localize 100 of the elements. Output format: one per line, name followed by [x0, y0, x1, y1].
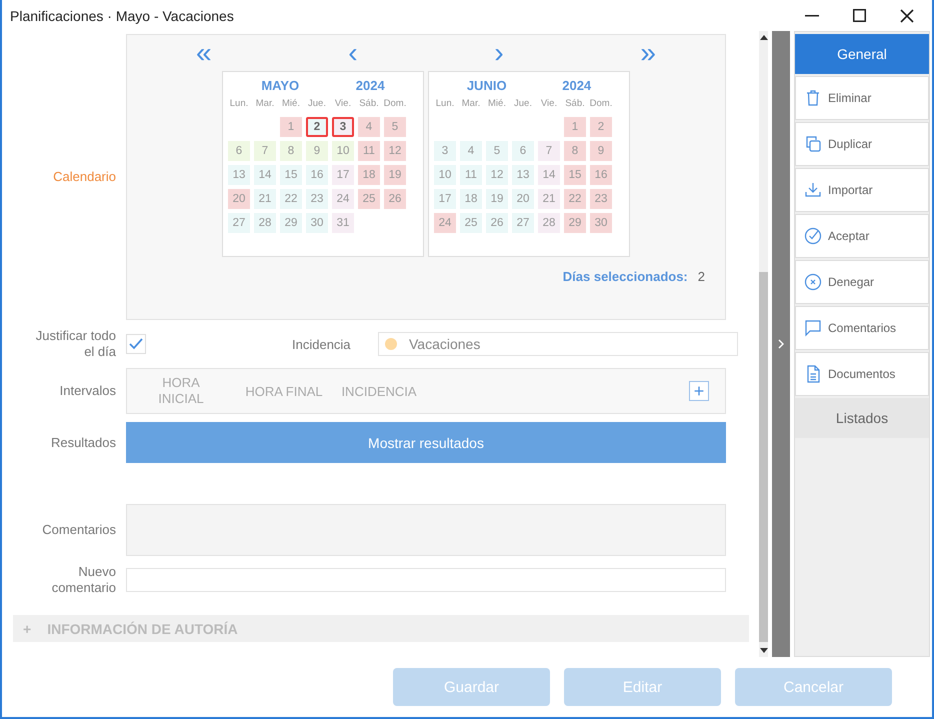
- sidebar-item[interactable]: Importar: [795, 168, 929, 212]
- calendar-day[interactable]: 24: [332, 189, 354, 209]
- calendar-day[interactable]: 6: [512, 141, 534, 161]
- calendar-day[interactable]: 20: [512, 189, 534, 209]
- sidebar-item[interactable]: Aceptar: [795, 214, 929, 258]
- show-results-button[interactable]: Mostrar resultados: [126, 422, 726, 463]
- calendar-day[interactable]: 6: [228, 141, 250, 161]
- maximize-icon[interactable]: [853, 9, 866, 22]
- sidebar-item[interactable]: Eliminar: [795, 76, 929, 120]
- calendar-day[interactable]: 2: [306, 117, 328, 137]
- calendar-day[interactable]: 19: [486, 189, 508, 209]
- sidebar-tab[interactable]: Listados: [795, 398, 929, 438]
- calendar-day[interactable]: 30: [306, 213, 328, 233]
- calendar-day[interactable]: 13: [228, 165, 250, 185]
- calendar-day[interactable]: 22: [564, 189, 586, 209]
- calendar-day[interactable]: 15: [280, 165, 302, 185]
- calendar-day[interactable]: 7: [254, 141, 276, 161]
- calendar-day[interactable]: 11: [358, 141, 380, 161]
- calendar-day[interactable]: 13: [512, 165, 534, 185]
- sidebar-item[interactable]: Duplicar: [795, 122, 929, 166]
- minimize-icon[interactable]: [805, 14, 819, 16]
- sidebar-tab[interactable]: General: [795, 34, 929, 74]
- calendar-day[interactable]: 21: [254, 189, 276, 209]
- calendar-day[interactable]: 14: [254, 165, 276, 185]
- incidence-field[interactable]: Vacaciones: [378, 332, 738, 356]
- input-field[interactable]: [126, 568, 726, 592]
- calendar-day[interactable]: 25: [358, 189, 380, 209]
- nav-arrow[interactable]: «: [196, 37, 212, 69]
- calendar-day[interactable]: 5: [384, 117, 406, 137]
- calendar-day[interactable]: 29: [564, 213, 586, 233]
- sidebar-item[interactable]: Denegar: [795, 260, 929, 304]
- month-name: JUNIO: [466, 78, 507, 93]
- nav-arrow[interactable]: »: [640, 37, 656, 69]
- scroll-down-icon[interactable]: [760, 648, 768, 653]
- calendar-day[interactable]: 18: [358, 165, 380, 185]
- calendar-day[interactable]: 14: [538, 165, 560, 185]
- sidebar-item[interactable]: Documentos: [795, 352, 929, 396]
- calendar-day[interactable]: 7: [538, 141, 560, 161]
- calendar-day[interactable]: 30: [590, 213, 612, 233]
- calendar-day[interactable]: 11: [460, 165, 482, 185]
- calendar-day[interactable]: 10: [332, 141, 354, 161]
- close-icon[interactable]: [900, 8, 914, 22]
- calendar-day[interactable]: 4: [460, 141, 482, 161]
- year-label: 2024: [562, 78, 592, 93]
- calendar-day[interactable]: 3: [434, 141, 456, 161]
- chat-icon: [804, 319, 822, 337]
- calendar-day[interactable]: 9: [306, 141, 328, 161]
- calendar-day[interactable]: 16: [306, 165, 328, 185]
- calendar-day[interactable]: 17: [434, 189, 456, 209]
- weekday-label: Sáb.: [358, 97, 380, 111]
- calendar-day[interactable]: 25: [460, 213, 482, 233]
- calendar-day[interactable]: 1: [564, 117, 586, 137]
- add-button[interactable]: +: [689, 381, 709, 401]
- copy-icon: [804, 135, 822, 153]
- calendar-day[interactable]: 12: [486, 165, 508, 185]
- calendar-day[interactable]: 23: [590, 189, 612, 209]
- calendar-day[interactable]: 22: [280, 189, 302, 209]
- calendar-day[interactable]: 27: [512, 213, 534, 233]
- calendar-day[interactable]: 29: [280, 213, 302, 233]
- checkbox[interactable]: [126, 334, 146, 354]
- calendar-day[interactable]: 1: [280, 117, 302, 137]
- calendar-day[interactable]: 8: [564, 141, 586, 161]
- calendar-day[interactable]: 9: [590, 141, 612, 161]
- year-label: 2024: [356, 78, 385, 93]
- window-title: Planificaciones · Mayo - Vacaciones: [10, 8, 234, 24]
- calendar-day[interactable]: 24: [434, 213, 456, 233]
- calendar-day[interactable]: 4: [358, 117, 380, 137]
- calendar-day[interactable]: 17: [332, 165, 354, 185]
- scrollbar[interactable]: [759, 31, 768, 657]
- collapse-handle[interactable]: [772, 31, 790, 657]
- sidebar-item[interactable]: Comentarios: [795, 306, 929, 350]
- weekday-label: Dom.: [588, 97, 614, 111]
- nav-arrow[interactable]: ›: [494, 37, 504, 69]
- cross-icon: [804, 273, 822, 291]
- calendar-day[interactable]: 28: [254, 213, 276, 233]
- nav-arrow[interactable]: ‹: [348, 37, 358, 69]
- calendar-day[interactable]: 3: [332, 117, 354, 137]
- check-icon: [804, 227, 822, 245]
- column-header: HORA INICIAL: [157, 375, 205, 407]
- calendar-day[interactable]: 21: [538, 189, 560, 209]
- calendar-day[interactable]: 27: [228, 213, 250, 233]
- calendar-day[interactable]: 12: [384, 141, 406, 161]
- weekday-label: Vie.: [334, 97, 352, 111]
- calendar-day[interactable]: 8: [280, 141, 302, 161]
- calendar-day[interactable]: 28: [538, 213, 560, 233]
- calendar-day[interactable]: 19: [384, 165, 406, 185]
- calendar-day[interactable]: 31: [332, 213, 354, 233]
- trash-icon: [804, 89, 822, 107]
- scroll-up-icon[interactable]: [760, 35, 768, 40]
- calendar-day[interactable]: 20: [228, 189, 250, 209]
- calendar-day[interactable]: 10: [434, 165, 456, 185]
- calendar-day[interactable]: 26: [384, 189, 406, 209]
- calendar-day[interactable]: 5: [486, 141, 508, 161]
- calendar-day[interactable]: 16: [590, 165, 612, 185]
- calendar-day[interactable]: 23: [306, 189, 328, 209]
- column-header: INCIDENCIA: [340, 384, 418, 398]
- calendar-day[interactable]: 26: [486, 213, 508, 233]
- calendar-day[interactable]: 15: [564, 165, 586, 185]
- calendar-day[interactable]: 2: [590, 117, 612, 137]
- calendar-day[interactable]: 18: [460, 189, 482, 209]
